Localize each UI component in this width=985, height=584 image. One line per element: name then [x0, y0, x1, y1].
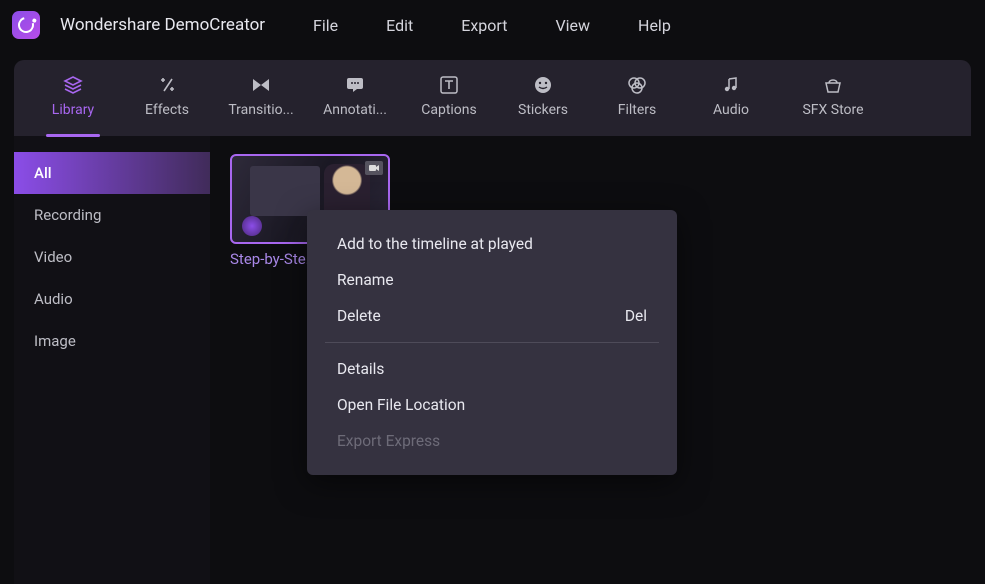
ctx-label: Rename [337, 271, 394, 289]
filters-icon [627, 76, 647, 94]
music-icon [721, 76, 741, 94]
tab-filters[interactable]: Filters [590, 68, 684, 128]
logo-overlay-icon [242, 216, 262, 236]
app-logo-icon [12, 11, 40, 39]
toolbar-container: Library Effects Transitio... Annotati... [0, 50, 985, 136]
tab-label: Effects [145, 102, 189, 118]
sidebar-item-image[interactable]: Image [14, 320, 210, 362]
tab-label: Stickers [518, 102, 568, 118]
tab-transitions[interactable]: Transitio... [214, 68, 308, 128]
ctx-add-to-timeline[interactable]: Add to the timeline at played [307, 226, 677, 262]
tab-effects[interactable]: Effects [120, 68, 214, 128]
ctx-label: Export Express [337, 432, 440, 450]
app-title: Wondershare DemoCreator [60, 15, 265, 35]
ctx-export-express: Export Express [307, 423, 677, 459]
store-icon [823, 76, 843, 94]
menu-export[interactable]: Export [461, 16, 507, 35]
tab-label: Captions [421, 102, 477, 118]
tab-label: Transitio... [228, 102, 293, 118]
camera-badge-icon [365, 161, 383, 175]
tab-audio[interactable]: Audio [684, 68, 778, 128]
ctx-label: Delete [337, 307, 381, 325]
annotation-icon [345, 76, 365, 94]
menu-view[interactable]: View [555, 16, 590, 35]
menu-edit[interactable]: Edit [386, 16, 413, 35]
context-menu: Add to the timeline at played Rename Del… [307, 210, 677, 475]
tab-stickers[interactable]: Stickers [496, 68, 590, 128]
smile-icon [533, 76, 553, 94]
sparkle-icon [157, 76, 177, 94]
tab-label: Annotati... [323, 102, 387, 118]
tab-label: SFX Store [802, 102, 863, 118]
menu-file[interactable]: File [313, 16, 338, 35]
tab-library[interactable]: Library [26, 68, 120, 128]
sidebar-item-audio[interactable]: Audio [14, 278, 210, 320]
tab-captions[interactable]: Captions [402, 68, 496, 128]
ctx-label: Open File Location [337, 396, 465, 414]
sidebar: All Recording Video Audio Image [14, 136, 210, 584]
ctx-label: Add to the timeline at played [337, 235, 533, 253]
toolbar: Library Effects Transitio... Annotati... [14, 60, 971, 136]
layers-icon [63, 76, 83, 94]
text-icon [439, 76, 459, 94]
separator [325, 342, 659, 343]
ctx-shortcut: Del [625, 307, 647, 325]
ctx-details[interactable]: Details [307, 351, 677, 387]
ctx-rename[interactable]: Rename [307, 262, 677, 298]
sidebar-item-all[interactable]: All [14, 152, 210, 194]
menu-help[interactable]: Help [638, 16, 671, 35]
tab-sfx-store[interactable]: SFX Store [778, 68, 888, 128]
tab-label: Audio [713, 102, 749, 118]
sidebar-item-video[interactable]: Video [14, 236, 210, 278]
tab-label: Library [52, 102, 94, 118]
tab-label: Filters [618, 102, 657, 118]
ctx-label: Details [337, 360, 384, 378]
sidebar-item-recording[interactable]: Recording [14, 194, 210, 236]
ctx-delete[interactable]: Delete Del [307, 298, 677, 334]
ctx-open-file-location[interactable]: Open File Location [307, 387, 677, 423]
transition-icon [251, 76, 271, 94]
menubar: File Edit Export View Help [313, 16, 671, 35]
titlebar: Wondershare DemoCreator File Edit Export… [0, 0, 985, 50]
tab-annotations[interactable]: Annotati... [308, 68, 402, 128]
